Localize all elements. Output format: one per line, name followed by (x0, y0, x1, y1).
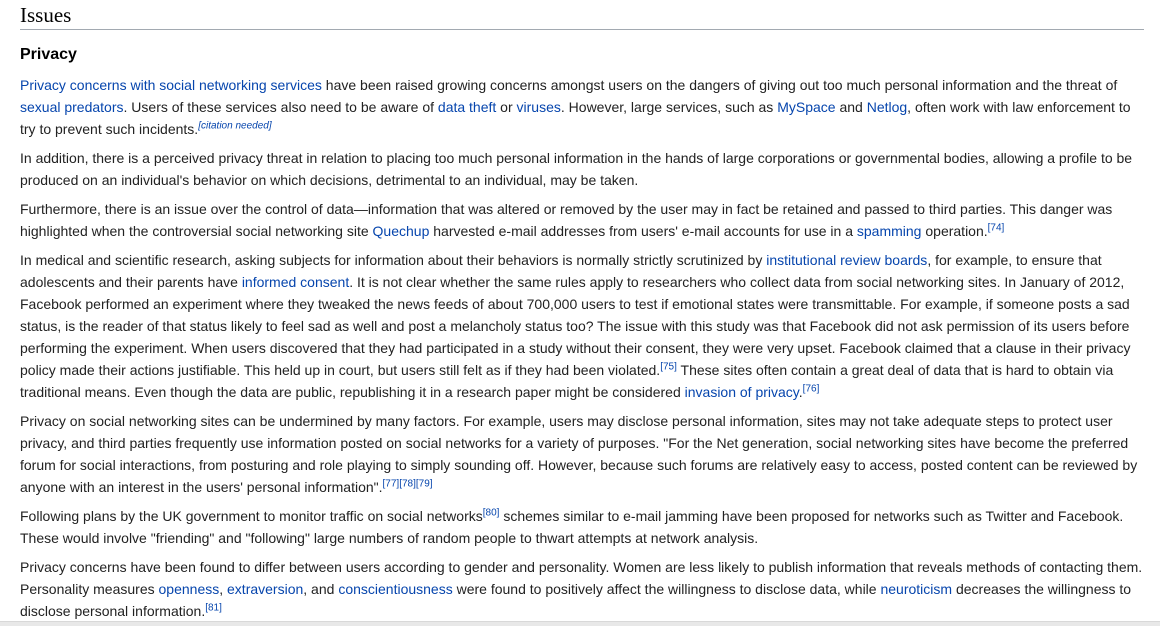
section-heading-issues: Issues (20, 0, 1144, 30)
paragraph-3: Furthermore, there is an issue over the … (20, 198, 1144, 242)
reference-78[interactable]: [78] (399, 478, 416, 489)
link-conscientiousness[interactable]: conscientiousness (338, 581, 452, 597)
paragraph-4: In medical and scientific research, aski… (20, 249, 1144, 403)
link-neuroticism[interactable]: neuroticism (880, 581, 952, 597)
paragraph-1-text: and (835, 99, 867, 115)
paragraph-7-text: , and (303, 581, 339, 597)
link-institutional-review-boards[interactable]: institutional review boards (766, 252, 927, 268)
link-informed-consent[interactable]: informed consent (242, 274, 349, 290)
link-spamming[interactable]: spamming (857, 223, 922, 239)
link-openness[interactable]: openness (159, 581, 220, 597)
reference-79[interactable]: [79] (416, 478, 433, 489)
link-privacy-concerns[interactable]: Privacy concerns with social networking … (20, 77, 322, 93)
citation-needed-link[interactable]: [citation needed] (198, 120, 271, 131)
paragraph-1-text: or (496, 99, 517, 115)
paragraph-1-text: have been raised growing concerns amongs… (321, 77, 1118, 93)
link-invasion-of-privacy[interactable]: invasion of privacy (685, 384, 799, 400)
paragraph-7-text: , (219, 581, 228, 597)
link-myspace[interactable]: MySpace (777, 99, 835, 115)
reference-77[interactable]: [77] (383, 478, 400, 489)
paragraph-1-text: . However, large services, such as (560, 99, 778, 115)
paragraph-1: Privacy concerns with social networking … (20, 74, 1144, 140)
citation-needed-label: [citation needed] (198, 120, 272, 132)
link-data-theft[interactable]: data theft (438, 99, 496, 115)
paragraph-2: In addition, there is a perceived privac… (20, 150, 1133, 188)
subsection-heading-privacy: Privacy (20, 46, 77, 63)
paragraph-5: Privacy on social networking sites can b… (20, 410, 1144, 498)
reference-80[interactable]: [80] (483, 507, 500, 518)
bottom-divider (0, 621, 1160, 626)
paragraph-1-text: . Users of these services also need to b… (123, 99, 438, 115)
paragraph-5-text: Privacy on social networking sites can b… (20, 413, 1138, 495)
link-viruses[interactable]: viruses (517, 99, 561, 115)
article-content: Issues Privacy Privacy concerns with soc… (20, 0, 1144, 622)
reference-74[interactable]: [74] (988, 222, 1005, 233)
reference-76[interactable]: [76] (803, 383, 820, 394)
paragraph-3-text: operation. (921, 223, 988, 239)
link-extraversion[interactable]: extraversion (227, 581, 303, 597)
link-quechup[interactable]: Quechup (373, 223, 430, 239)
reference-81[interactable]: [81] (205, 602, 222, 613)
paragraph-4-text: In medical and scientific research, aski… (20, 252, 767, 268)
paragraph-7: Privacy concerns have been found to diff… (20, 556, 1144, 622)
link-netlog[interactable]: Netlog (867, 99, 907, 115)
paragraph-3-text: harvested e-mail addresses from users' e… (429, 223, 857, 239)
paragraph-6-text: Following plans by the UK government to … (20, 508, 483, 524)
paragraph-7-text: were found to positively affect the will… (452, 581, 881, 597)
link-sexual-predators[interactable]: sexual predators (20, 99, 124, 115)
paragraph-6: Following plans by the UK government to … (20, 505, 1144, 549)
reference-75[interactable]: [75] (660, 361, 677, 372)
